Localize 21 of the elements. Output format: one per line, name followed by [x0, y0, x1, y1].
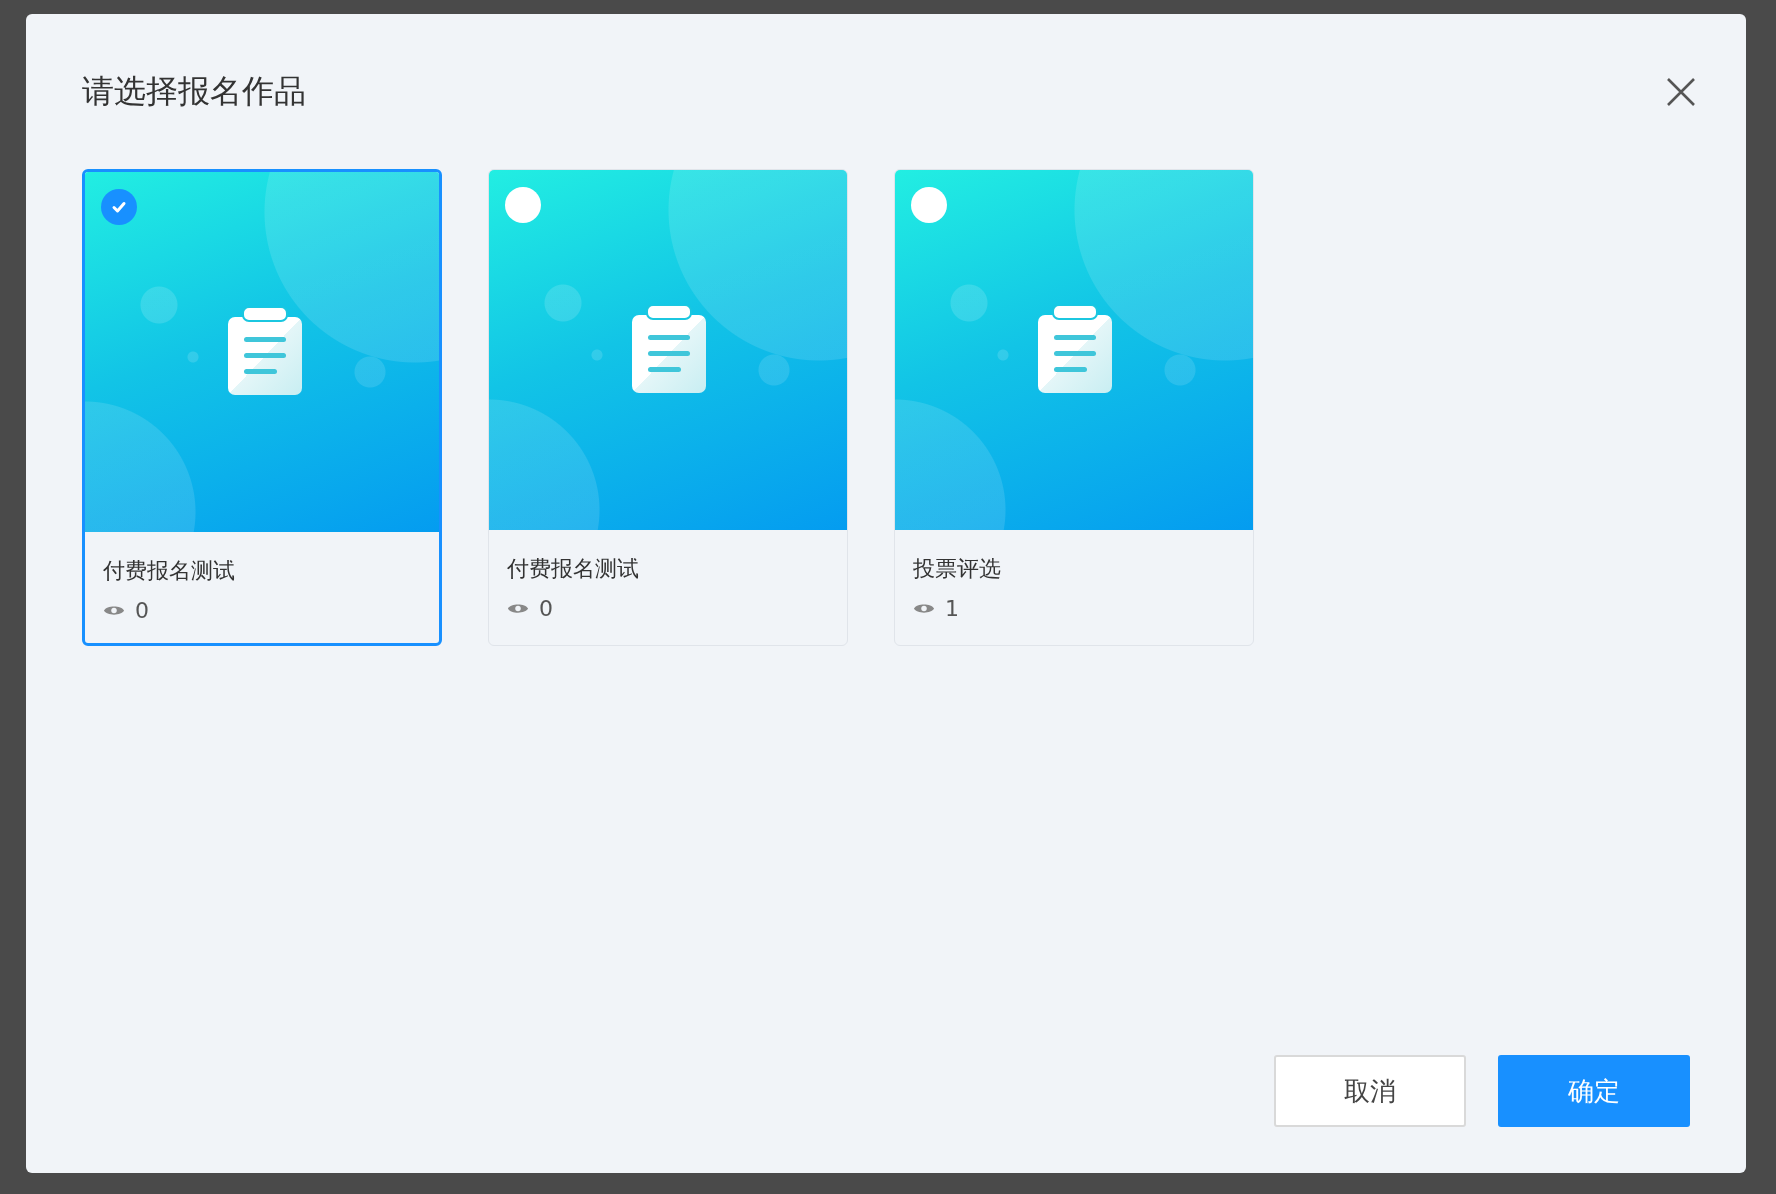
- clipboard-icon: [228, 307, 302, 395]
- dialog-title: 请选择报名作品: [82, 70, 306, 112]
- close-icon[interactable]: [1666, 76, 1696, 107]
- eye-icon: [913, 601, 935, 616]
- checked-icon[interactable]: [101, 189, 137, 225]
- view-count: 1: [945, 596, 959, 621]
- radio-icon[interactable]: [505, 187, 541, 223]
- work-title: 付费报名测试: [103, 557, 236, 585]
- work-card[interactable]: 付费报名测试 0: [82, 169, 442, 646]
- work-title: 付费报名测试: [507, 555, 640, 583]
- view-count: 0: [539, 596, 553, 621]
- clipboard-icon: [1038, 305, 1112, 393]
- clipboard-icon: [632, 305, 706, 393]
- work-card[interactable]: 付费报名测试 0: [488, 169, 848, 646]
- work-title: 投票评选: [913, 555, 1002, 583]
- radio-icon[interactable]: [911, 187, 947, 223]
- eye-icon: [103, 603, 125, 618]
- view-count: 0: [135, 598, 149, 623]
- dialog-button[interactable]: 取消: [1274, 1055, 1466, 1127]
- eye-icon: [507, 601, 529, 616]
- work-card[interactable]: 投票评选 1: [894, 169, 1254, 646]
